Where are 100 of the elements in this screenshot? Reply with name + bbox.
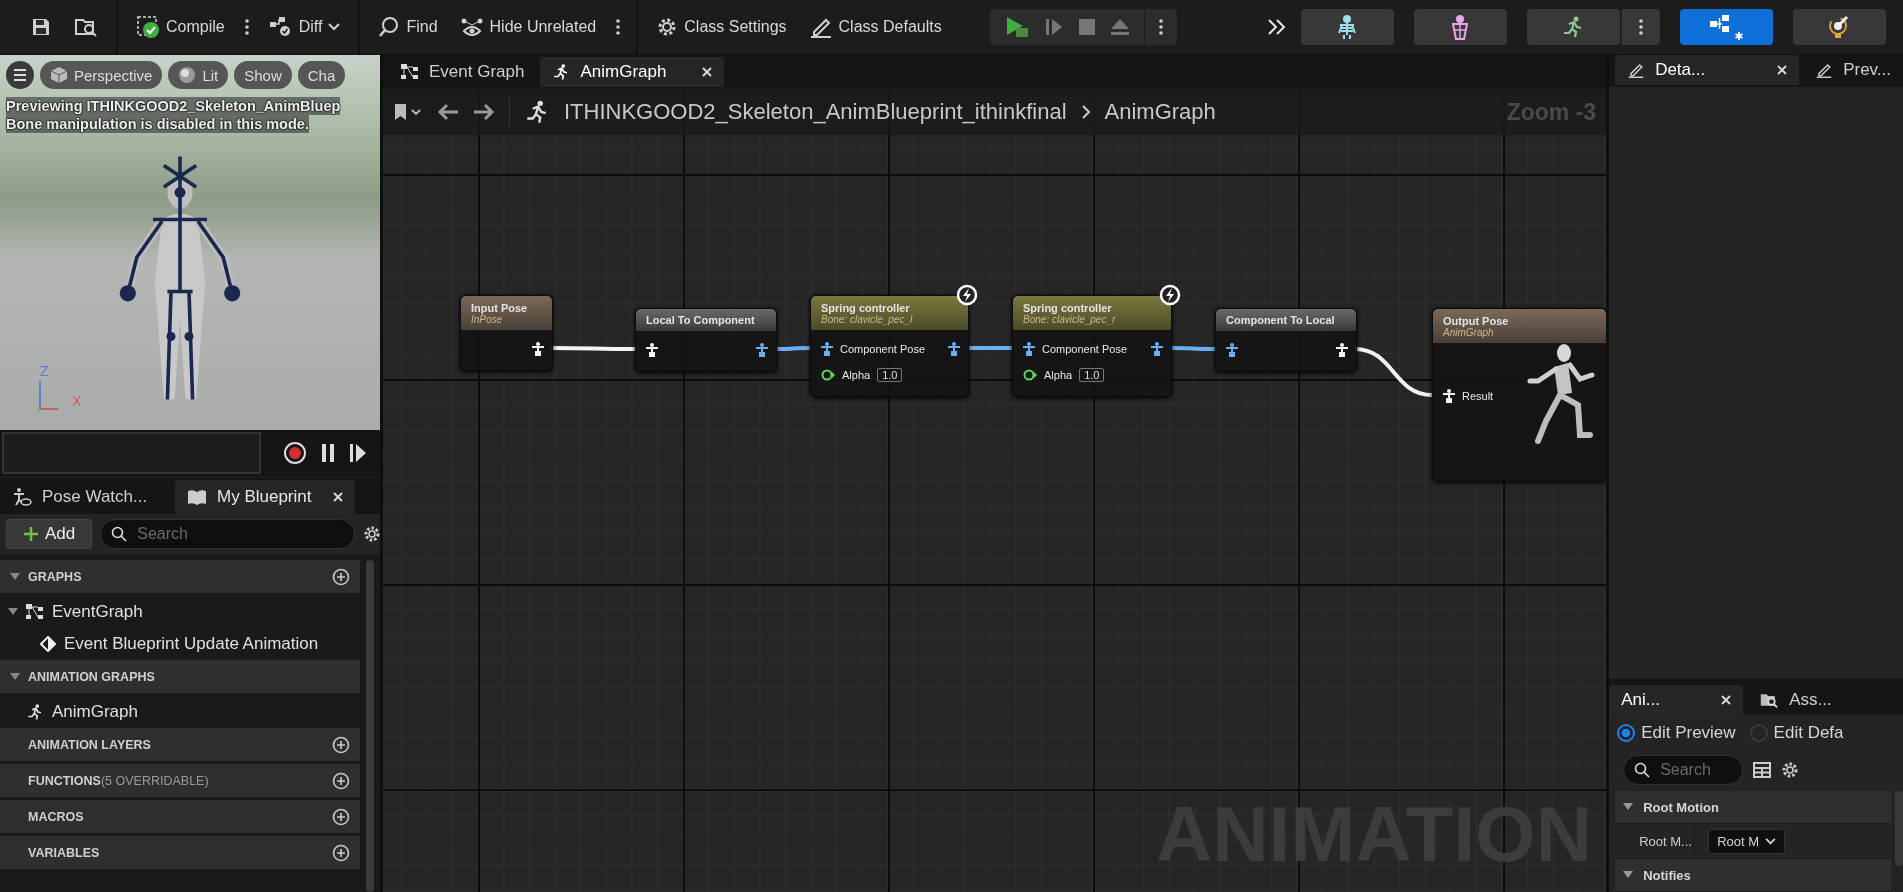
- bookmark-icon[interactable]: [393, 103, 423, 121]
- table-icon[interactable]: [1753, 762, 1772, 778]
- mode-button[interactable]: [1413, 9, 1507, 45]
- panel-tab[interactable]: Pose Watch...: [0, 480, 165, 514]
- pose-pin-icon[interactable]: [948, 342, 960, 356]
- mode-button[interactable]: [1792, 9, 1886, 45]
- graph-node[interactable]: Local To Component: [635, 308, 777, 372]
- menu-icon: [13, 69, 27, 81]
- pose-pin-icon[interactable]: [1443, 389, 1455, 403]
- settings-icon[interactable]: [1781, 761, 1800, 779]
- find-button[interactable]: Find: [370, 12, 446, 42]
- breadcrumb-link[interactable]: AnimGraph: [1104, 99, 1216, 125]
- search-field[interactable]: Search: [1623, 755, 1744, 785]
- step-icon[interactable]: [1043, 17, 1064, 37]
- float-pin-icon[interactable]: [821, 369, 835, 381]
- tree-item[interactable]: Event Blueprint Update Animation: [0, 628, 360, 660]
- timeline-field[interactable]: [2, 432, 261, 474]
- eject-icon[interactable]: [1109, 18, 1130, 36]
- viewport-option-button[interactable]: Lit: [168, 61, 229, 89]
- close-icon[interactable]: [702, 67, 713, 77]
- double-chevron-icon[interactable]: [1266, 18, 1287, 36]
- cube-icon: [50, 66, 68, 84]
- more-options-icon: [1638, 19, 1643, 35]
- dropdown[interactable]: Root M: [1708, 828, 1786, 854]
- add-circle-icon[interactable]: [332, 567, 350, 586]
- record-icon[interactable]: [283, 441, 307, 465]
- graph-tab[interactable]: Event Graph: [389, 57, 537, 87]
- mode-button[interactable]: [1300, 9, 1394, 45]
- section-title: GRAPHS: [28, 569, 82, 584]
- panel-tab[interactable]: Ani...: [1609, 685, 1744, 715]
- close-icon[interactable]: [333, 492, 343, 502]
- add-circle-icon[interactable]: [332, 771, 350, 790]
- section-header[interactable]: GRAPHS: [0, 560, 360, 593]
- more-options-icon[interactable]: [244, 19, 249, 35]
- pause-icon[interactable]: [319, 442, 337, 464]
- add-button[interactable]: Add: [6, 519, 93, 549]
- radio-option[interactable]: Edit Preview: [1617, 723, 1736, 743]
- value-field[interactable]: 1.0: [877, 368, 903, 382]
- pose-pin-icon[interactable]: [646, 343, 658, 357]
- mode-button[interactable]: [1526, 9, 1620, 45]
- graph-tab[interactable]: AnimGraph: [540, 57, 725, 87]
- node-header: Output Pose AnimGraph: [1433, 309, 1606, 343]
- viewport-option-button[interactable]: Perspective: [40, 61, 163, 89]
- settings-icon[interactable]: [363, 525, 382, 543]
- add-circle-icon[interactable]: [332, 735, 350, 754]
- section-header[interactable]: MACROS: [0, 800, 360, 833]
- pose-pin-icon[interactable]: [756, 343, 768, 357]
- float-pin-icon[interactable]: [1023, 369, 1037, 381]
- pose-pin-icon[interactable]: [1336, 343, 1348, 357]
- node-header: Spring controller Bone: clavicle_pec_r: [1013, 296, 1171, 330]
- settings-button[interactable]: Class Settings: [648, 12, 795, 42]
- radio-option[interactable]: Edit Defa: [1749, 723, 1844, 743]
- diff-button[interactable]: Diff: [260, 12, 349, 42]
- stop-icon[interactable]: [1077, 18, 1096, 36]
- search-field[interactable]: Search: [100, 519, 356, 549]
- breadcrumb-link[interactable]: ITHINKGOOD2_Skeleton_AnimBlueprint_ithinkfinal: [564, 99, 1067, 125]
- section-header[interactable]: Notifies: [1615, 859, 1891, 892]
- value-field[interactable]: 1.0: [1079, 368, 1105, 382]
- defaults-button[interactable]: Class Defaults: [800, 12, 950, 42]
- tree-item[interactable]: AnimGraph: [0, 696, 360, 728]
- close-icon[interactable]: [1777, 65, 1788, 76]
- scrollbar-thumb[interactable]: [366, 560, 374, 892]
- viewport-option-button[interactable]: Show: [234, 61, 292, 89]
- hide-button[interactable]: Hide Unrelated: [451, 13, 605, 41]
- panel-tab[interactable]: Ass...: [1747, 685, 1844, 715]
- mode-button[interactable]: [1679, 9, 1773, 45]
- graph-node[interactable]: Input Pose InPose: [460, 295, 553, 371]
- pose-pin-icon[interactable]: [1226, 343, 1238, 357]
- mode-options-button[interactable]: [1620, 9, 1660, 45]
- folder-search-icon: [74, 16, 98, 38]
- pose-pin-icon[interactable]: [1023, 342, 1035, 356]
- pose-pin-icon[interactable]: [532, 342, 544, 356]
- graph-node[interactable]: Component To Local: [1215, 308, 1357, 372]
- graph-node[interactable]: Output Pose AnimGraph Result: [1432, 308, 1607, 482]
- wire: [1170, 346, 1215, 351]
- pose-pin-icon[interactable]: [1151, 342, 1163, 356]
- close-icon[interactable]: [1721, 695, 1732, 705]
- more-options-icon[interactable]: [616, 19, 621, 35]
- back-arrow-icon[interactable]: [437, 103, 459, 121]
- tree-item[interactable]: EventGraph: [0, 596, 360, 628]
- add-circle-icon[interactable]: [332, 843, 350, 862]
- section-header[interactable]: VARIABLES: [0, 836, 360, 869]
- forward-arrow-icon[interactable]: [473, 103, 495, 121]
- pin-label: Alpha: [842, 369, 871, 381]
- section-header[interactable]: FUNCTIONS(5 OVERRIDABLE): [0, 764, 360, 797]
- graph-node[interactable]: Spring controller Bone: clavicle_pec_r Component Pose Alpha 1.0: [1012, 295, 1172, 397]
- panel-tab[interactable]: My Blueprint: [175, 480, 355, 514]
- play-forward-icon[interactable]: [349, 442, 367, 464]
- section-header[interactable]: ANIMATION LAYERS: [0, 728, 360, 761]
- compile-button[interactable]: Compile: [128, 11, 233, 43]
- more-options-icon[interactable]: [1158, 19, 1163, 35]
- panel-tab[interactable]: Prev...: [1803, 55, 1903, 86]
- skeleton-icon: [1336, 14, 1359, 40]
- node-header: Input Pose InPose: [461, 296, 552, 330]
- section-header[interactable]: ANIMATION GRAPHS: [0, 660, 360, 693]
- panel-tab[interactable]: Deta...: [1615, 55, 1800, 86]
- section-header[interactable]: Root Motion: [1615, 791, 1891, 824]
- graph-node[interactable]: Spring controller Bone: clavicle_pec_l Component Pose Alpha 1.0: [810, 295, 969, 397]
- add-circle-icon[interactable]: [332, 807, 350, 826]
- pose-pin-icon[interactable]: [821, 342, 833, 356]
